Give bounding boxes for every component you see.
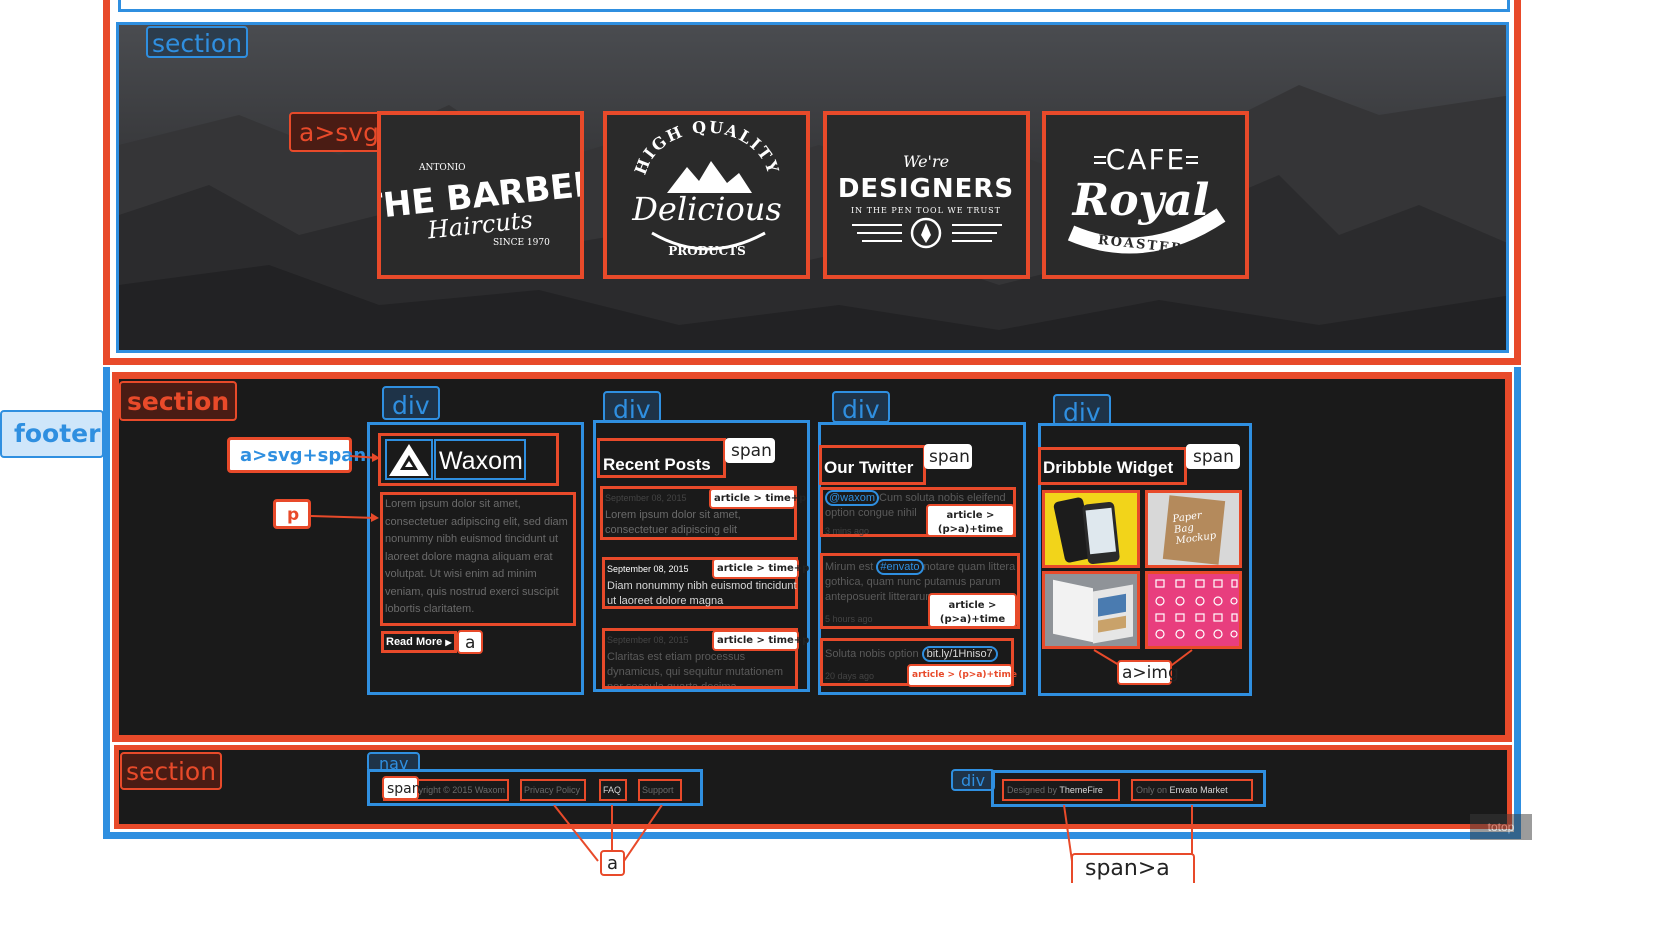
article-pa-anno-tag-1: article > (p>a)+time — [926, 504, 1015, 537]
client-logo-barber[interactable]: ANTONIO THE BARBER Haircuts SINCE 1970 — [377, 111, 584, 279]
footer-widgets-section — [112, 372, 1512, 742]
dribbble-shot-link[interactable] — [1042, 490, 1140, 568]
cafe-top-text: CAFE — [1106, 143, 1187, 176]
client-logo-delicious[interactable]: HIGH QUALITY Delicious PRODUCTS — [603, 111, 810, 279]
tweet-url-link[interactable]: bit.ly/1Hniso7 — [921, 646, 998, 662]
article-anno-tag-2: article > time+p — [712, 558, 809, 579]
span-anno-tag-2: span — [725, 438, 775, 463]
barber-top-text: ANTONIO — [418, 163, 466, 173]
barber-logo-icon: ANTONIO THE BARBER Haircuts SINCE 1970 — [381, 163, 580, 248]
span-a-bottom-anno-tag: span>a — [1071, 853, 1195, 883]
themefire-link[interactable]: ThemeFire — [1059, 785, 1103, 795]
cafe-main-text: Royal — [1071, 175, 1210, 226]
tweet-time: 3 mins ago — [825, 526, 870, 536]
div-anno-tag: div — [951, 769, 996, 791]
read-more-link[interactable]: Read More ▶ — [381, 631, 457, 653]
back-to-top-button[interactable]: totop — [1470, 814, 1532, 840]
footer-brand-name: Waxom — [434, 439, 526, 480]
cafe-royal-logo-icon: CAFE Royal ROASTERS — [1067, 143, 1226, 258]
p-anno-arrow — [311, 513, 379, 522]
designed-by-label: Designed by — [1007, 785, 1058, 795]
designed-by-span: Designed by ThemeFire — [1002, 779, 1120, 801]
a-anno-tag: a — [457, 630, 483, 654]
read-more-label: Read More — [386, 636, 443, 648]
support-link[interactable]: Support — [638, 779, 682, 801]
designers-bottom-text: IN THE PEN TOOL WE TRUST — [851, 206, 1001, 215]
bottom-bar-section — [114, 745, 1512, 829]
article-pa-anno-tag-3: article > (p>a)+time — [907, 664, 1017, 687]
a-img-anno-tag: a>img — [1117, 660, 1179, 685]
client-logo-designers[interactable]: We're DESIGNERS IN THE PEN TOOL WE TRUST — [823, 111, 1030, 279]
credits-div: Designed by ThemeFire Only on Envato Mar… — [991, 770, 1266, 807]
footer-tag: footer — [0, 410, 104, 458]
dribbble-shot-icons-image — [1155, 579, 1238, 639]
footer-section-tag: section — [119, 381, 238, 421]
client-logo-cafe-royal[interactable]: CAFE Royal ROASTERS — [1042, 111, 1249, 279]
back-to-top-label: totop — [1487, 820, 1515, 834]
footer-brand-link[interactable]: Waxom — [378, 433, 559, 486]
post-date: September 08, 2015 — [607, 635, 689, 645]
dribbble-title: Dribbble Widget — [1038, 447, 1187, 485]
post-date: September 08, 2015 — [605, 493, 687, 503]
envato-market-link[interactable]: Envato Market — [1170, 785, 1228, 795]
only-on-span: Only on Envato Market — [1131, 779, 1253, 801]
p-anno-tag: p — [273, 499, 311, 529]
dribbble-shot-link[interactable]: Paper Bag Mockup — [1145, 490, 1242, 568]
faq-link[interactable]: FAQ — [599, 779, 627, 801]
tweet-handle-link[interactable]: @waxom — [825, 490, 880, 506]
only-on-label: Only on — [1136, 785, 1168, 795]
dribbble-shot-brochure-image — [1053, 579, 1093, 643]
article-anno-tag-3: article > time+p — [712, 630, 809, 651]
dribbble-shot-link[interactable] — [1042, 571, 1140, 649]
tweet-text: Soluta nobis option — [825, 648, 919, 660]
logo-link-tag: a>svg — [289, 112, 389, 152]
post-date: September 08, 2015 — [607, 564, 689, 574]
tweet-time: 20 days ago — [825, 671, 875, 681]
col1-div-tag: div — [382, 386, 440, 420]
span-anno-tag-4: span — [1186, 444, 1240, 469]
top-section-tag: section — [146, 26, 249, 58]
recent-posts-title: Recent Posts — [597, 438, 726, 478]
delicious-logo-icon: HIGH QUALITY Delicious PRODUCTS — [631, 117, 782, 258]
post-text: Lorem ipsum dolor sit amet, consectetuer… — [605, 509, 741, 536]
paperbag-label: Paper Bag Mockup — [1171, 510, 1217, 547]
logo-anno-arrow — [350, 453, 380, 462]
post-text: Diam nonummy nibh euismod tincidunt ut l… — [607, 580, 797, 607]
col3-div-tag: div — [832, 391, 890, 423]
barber-bottom-text: SINCE 1970 — [493, 238, 550, 248]
privacy-policy-link[interactable]: Privacy Policy — [520, 779, 586, 801]
article-anno-tag-1: article > time+p — [709, 488, 806, 509]
tweet-time: 5 hours ago — [825, 614, 873, 624]
designers-main-text: DESIGNERS — [838, 174, 1014, 204]
tweet-hashtag-link[interactable]: #envato — [876, 559, 924, 575]
article-pa-anno-tag-2: article > (p>a)+time — [928, 593, 1017, 628]
clients-section — [116, 22, 1509, 353]
nav-span-anno-tag: span — [382, 776, 421, 800]
col4-div-tag: div — [1053, 394, 1111, 426]
designers-top-text: We're — [903, 152, 949, 171]
col2-div-tag: div — [603, 391, 661, 423]
tweet-text: Mirum est — [825, 561, 874, 573]
designers-logo-icon: We're DESIGNERS IN THE PEN TOOL WE TRUST — [838, 152, 1014, 249]
about-text: Lorem ipsum dolor sit amet, consectetuer… — [380, 492, 576, 626]
mountain-background — [119, 85, 1506, 350]
logo-anno-tag: a>svg+span — [227, 437, 366, 473]
span-anno-tag-3: span — [924, 444, 972, 469]
delicious-bottom-text: PRODUCTS — [668, 244, 745, 258]
post-text: Claritas est etiam processus dynamicus, … — [607, 651, 784, 689]
bottom-section-tag: section — [120, 752, 223, 790]
dribbble-shot-link[interactable] — [1145, 571, 1242, 649]
waxom-logo-icon — [385, 439, 433, 480]
caret-right-icon: ▶ — [445, 638, 452, 647]
twitter-title: Our Twitter — [819, 445, 926, 485]
delicious-main-text: Delicious — [631, 190, 782, 228]
a-bottom-anno-tag: a — [600, 850, 625, 876]
